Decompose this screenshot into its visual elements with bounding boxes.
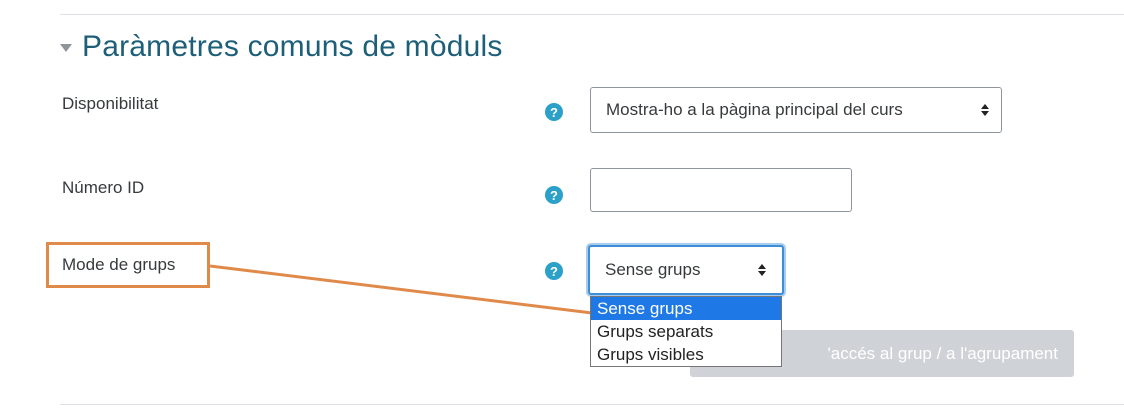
availability-select[interactable]: Mostra-ho a la pàgina principal del curs (590, 87, 1002, 133)
availability-select-value: Mostra-ho a la pàgina principal del curs (606, 100, 903, 119)
divider-top (60, 14, 1124, 15)
group-mode-option[interactable]: Grups visibles (591, 343, 781, 366)
section-title: Paràmetres comuns de mòduls (82, 30, 503, 63)
restrict-access-button-label: 'accés al grup / a l'agrupament (827, 343, 1058, 363)
group-mode-option[interactable]: Grups separats (591, 320, 781, 343)
group-mode-help-icon[interactable]: ? (545, 262, 563, 280)
group-mode-select[interactable]: Sense grups (588, 245, 784, 295)
select-arrows-icon (981, 104, 989, 116)
annotation-highlight-box (46, 242, 210, 288)
id-number-input[interactable] (590, 168, 852, 212)
id-number-help-icon[interactable]: ? (545, 186, 563, 204)
availability-label: Disponibilitat (62, 94, 159, 113)
caret-down-icon[interactable] (60, 44, 72, 52)
id-number-label: Número ID (62, 178, 145, 197)
availability-help-icon[interactable]: ? (545, 103, 563, 121)
divider-bottom (60, 404, 1124, 405)
group-mode-dropdown[interactable]: Sense grups Grups separats Grups visible… (590, 296, 782, 367)
section-header[interactable]: Paràmetres comuns de mòduls (60, 30, 503, 64)
form-page: Paràmetres comuns de mòduls Disponibilit… (0, 0, 1124, 418)
select-arrows-icon (758, 264, 766, 276)
group-mode-select-value: Sense grups (605, 260, 701, 279)
group-mode-option[interactable]: Sense grups (591, 297, 781, 320)
